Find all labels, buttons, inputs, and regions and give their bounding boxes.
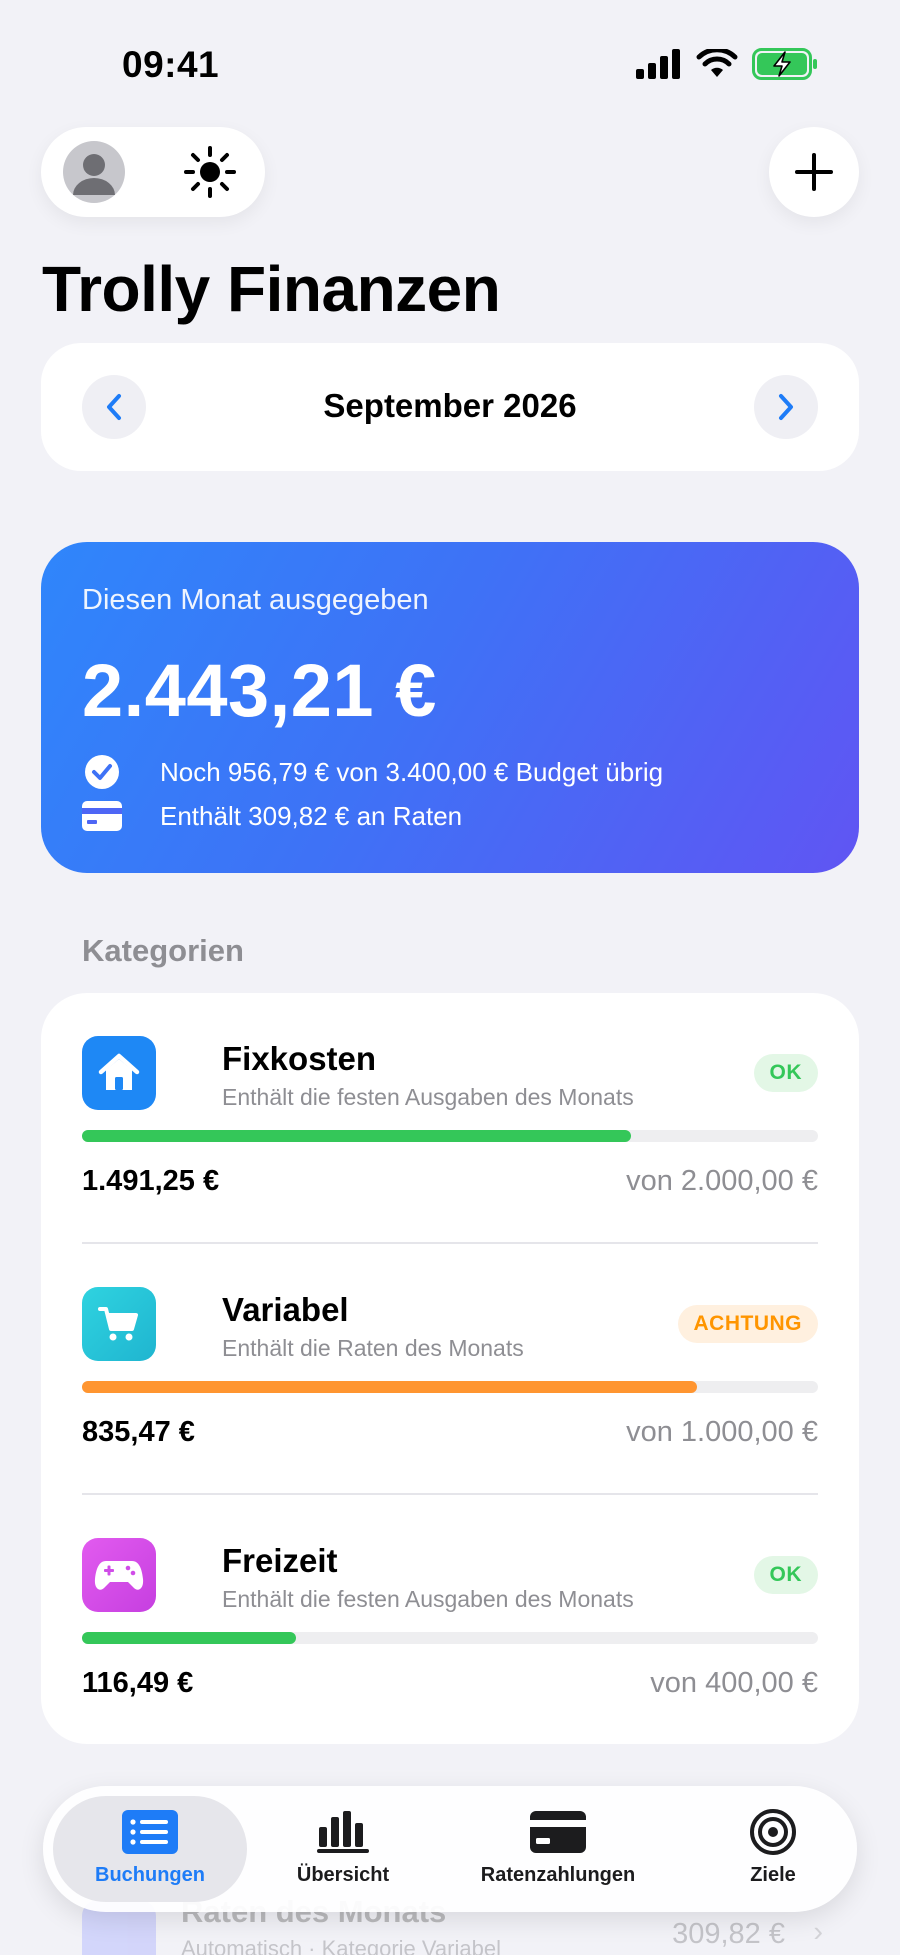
category-name: Variabel [222,1291,349,1328]
status-badge: OK [753,1556,818,1594]
theme-toggle-button[interactable] [183,145,237,199]
progress-bar [82,1632,818,1644]
category-spent-amount: 835,47 € [82,1416,195,1448]
status-badge: OK [753,1054,818,1092]
category-budget-amount: von 1.000,00 € [626,1416,818,1448]
categories-card: Fixkosten Enthält die festen Ausgaben de… [41,993,859,1744]
tab-label: Ziele [750,1864,796,1886]
page-title: Trolly Finanzen [42,253,501,325]
category-row-variabel[interactable]: Variabel Enthält die Raten des Monats AC… [82,1244,818,1494]
cart-icon [82,1287,156,1361]
category-description: Enthält die Raten des Monats [222,1335,524,1361]
plus-icon [795,153,833,191]
sun-icon [184,146,236,198]
status-time: 09:41 [122,44,220,85]
progress-fill [82,1632,297,1644]
avatar[interactable] [63,141,125,203]
monthly-summary-card[interactable]: Diesen Monat ausgegeben 2.443,21 € Noch … [41,542,859,873]
status-bar: 09:41 [0,0,900,130]
tab-bar: Buchungen Übersicht Ratenzahlungen Ziele [43,1786,857,1912]
month-selector: September 2026 [41,343,859,471]
tab-ratenzahlungen[interactable]: Ratenzahlungen [463,1808,653,1892]
house-icon [82,1036,156,1110]
wifi-icon [696,49,738,77]
category-row-fixkosten[interactable]: Fixkosten Enthält die festen Ausgaben de… [82,993,818,1243]
next-month-button[interactable] [754,375,818,439]
progress-fill [82,1381,697,1393]
category-spent-amount: 116,49 € [82,1667,194,1699]
progress-bar [82,1381,818,1393]
category-description: Enthält die festen Ausgaben des Monats [222,1084,634,1110]
category-name: Fixkosten [222,1040,377,1077]
tab-label: Übersicht [296,1864,390,1886]
target-icon [749,1808,797,1856]
chevron-right-icon: › [813,1916,823,1948]
battery-charging-icon [752,48,817,80]
person-icon [73,154,115,195]
summary-subtitle: Diesen Monat ausgegeben [82,584,429,616]
credit-card-icon [82,798,122,834]
tab-label: Buchungen [95,1864,205,1886]
card-icon [530,1808,586,1856]
category-spent-amount: 1.491,25 € [82,1165,220,1197]
month-label: September 2026 [323,387,577,424]
rates-included-text: Enthält 309,82 € an Raten [160,800,463,831]
progress-fill [82,1130,632,1142]
category-name: Freizeit [222,1542,338,1579]
tab-uebersicht[interactable]: Übersicht [273,1808,413,1892]
chart-icon [317,1808,369,1856]
gamepad-icon [82,1538,156,1612]
list-item-amount: 309,82 € [672,1918,785,1950]
summary-amount: 2.443,21 € [82,649,437,732]
category-budget-amount: von 400,00 € [650,1667,818,1699]
list-icon [122,1808,178,1856]
category-row-freizeit[interactable]: Freizeit Enthält die festen Ausgaben des… [82,1495,818,1744]
checkmark-circle-icon [82,754,122,790]
add-button[interactable] [769,127,859,217]
list-item-description: Automatisch · Kategorie Variabel [181,1936,501,1955]
status-icons [636,48,818,80]
tab-buchungen[interactable]: Buchungen [80,1808,220,1892]
profile-theme-pill [41,127,265,217]
categories-section-title: Kategorien [82,933,244,968]
budget-remaining-text: Noch 956,79 € von 3.400,00 € Budget übri… [160,756,664,787]
cellular-signal-icon [636,49,680,79]
tab-label: Ratenzahlungen [480,1864,636,1886]
status-badge: ACHTUNG [677,1305,818,1343]
progress-bar [82,1130,818,1142]
rates-included-line: Enthält 309,82 € an Raten [82,798,462,834]
chevron-right-icon [779,394,793,420]
budget-remaining-line: Noch 956,79 € von 3.400,00 € Budget übri… [82,754,663,790]
tab-ziele[interactable]: Ziele [723,1808,823,1892]
category-budget-amount: von 2.000,00 € [626,1165,818,1197]
category-description: Enthält die festen Ausgaben des Monats [222,1586,634,1612]
